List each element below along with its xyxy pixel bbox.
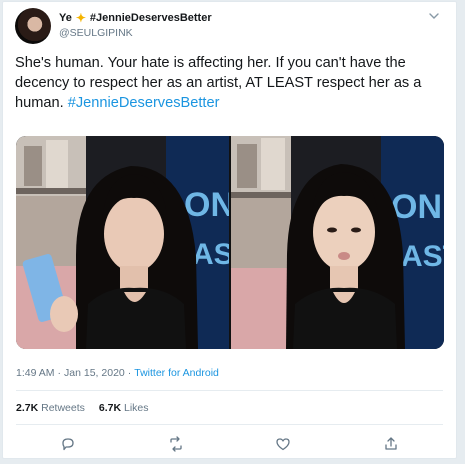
chevron-down-icon[interactable] <box>426 10 442 26</box>
name-hashtag: #JennieDeservesBetter <box>89 12 212 24</box>
meta-separator: · <box>57 367 62 379</box>
meta-separator-2: · <box>127 367 132 379</box>
backdrop-text-right-2: AST <box>401 240 444 273</box>
tweet-source-link[interactable]: Twitter for Android <box>134 367 219 379</box>
share-icon[interactable] <box>382 435 400 453</box>
display-name[interactable]: Ye <box>59 12 72 24</box>
author-name-row[interactable]: Ye ✦ #JennieDeservesBetter <box>59 11 212 25</box>
retweets-label: Retweets <box>41 402 85 414</box>
backdrop-text-left: ON <box>184 186 229 224</box>
tweet-card: Ye ✦ #JennieDeservesBetter @SEULGIPINK S… <box>2 1 457 459</box>
tweet-date[interactable]: Jan 15, 2020 <box>64 367 125 379</box>
retweets-stat[interactable]: 2.7K Retweets <box>16 402 85 414</box>
tweet-stats: 2.7K Retweets 6.7K Likes <box>16 402 149 414</box>
tweet-hashtag-link[interactable]: #JennieDeservesBetter <box>68 95 220 111</box>
media-photo-left[interactable]: ON AST <box>16 136 229 349</box>
tweet-media[interactable]: ON AST ON <box>16 136 444 349</box>
backdrop-text-right: ON <box>391 188 442 226</box>
tweet-text: She's human. Your hate is affecting her.… <box>15 53 445 113</box>
retweets-count: 2.7K <box>16 402 39 414</box>
user-handle[interactable]: @SEULGIPINK <box>59 27 133 39</box>
media-photo-right[interactable]: ON AST <box>231 136 444 349</box>
tweet-actions <box>16 435 443 453</box>
avatar[interactable] <box>15 8 51 44</box>
tweet-header: Ye ✦ #JennieDeservesBetter @SEULGIPINK <box>15 8 444 48</box>
divider <box>16 424 443 425</box>
likes-count: 6.7K <box>98 402 122 414</box>
heart-icon[interactable] <box>274 435 292 453</box>
divider <box>16 390 443 391</box>
tweet-timestamp-row: 1:49 AM · Jan 15, 2020 · Twitter for Android <box>16 367 219 379</box>
tweet-time[interactable]: 1:49 AM <box>16 367 55 379</box>
reply-icon[interactable] <box>59 435 77 453</box>
backdrop-text-left-2: AST <box>192 238 229 271</box>
likes-label: Likes <box>124 402 149 414</box>
sparkle-icon: ✦ <box>75 11 86 25</box>
retweet-icon[interactable] <box>167 435 185 453</box>
likes-stat[interactable]: 6.7K Likes <box>99 402 149 414</box>
